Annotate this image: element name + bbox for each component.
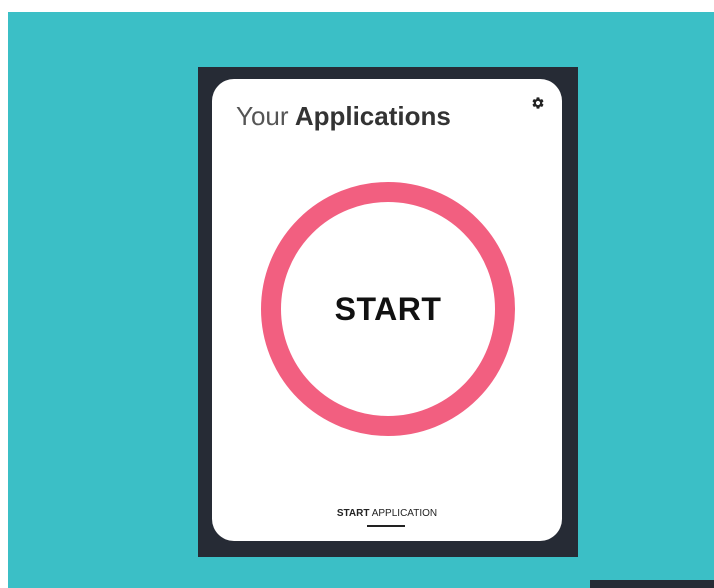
- gear-icon: [532, 97, 544, 109]
- start-button[interactable]: START: [260, 181, 516, 437]
- settings-button[interactable]: [528, 93, 548, 113]
- tab-start-application-bold: START: [336, 508, 370, 519]
- start-button-label: START: [334, 290, 442, 327]
- applications-card: Your Applications START START APPLICATIO…: [212, 79, 562, 541]
- dark-corner-block: [590, 580, 714, 588]
- page-title-bold: Applications: [294, 101, 451, 131]
- tab-start-application-label: APPLICATION: [371, 508, 438, 519]
- tab-active-indicator: [367, 525, 405, 527]
- page-title: Your Applications: [236, 101, 451, 131]
- tab-start-application[interactable]: START APPLICATION: [212, 507, 562, 521]
- page-title-light: Your: [236, 101, 289, 131]
